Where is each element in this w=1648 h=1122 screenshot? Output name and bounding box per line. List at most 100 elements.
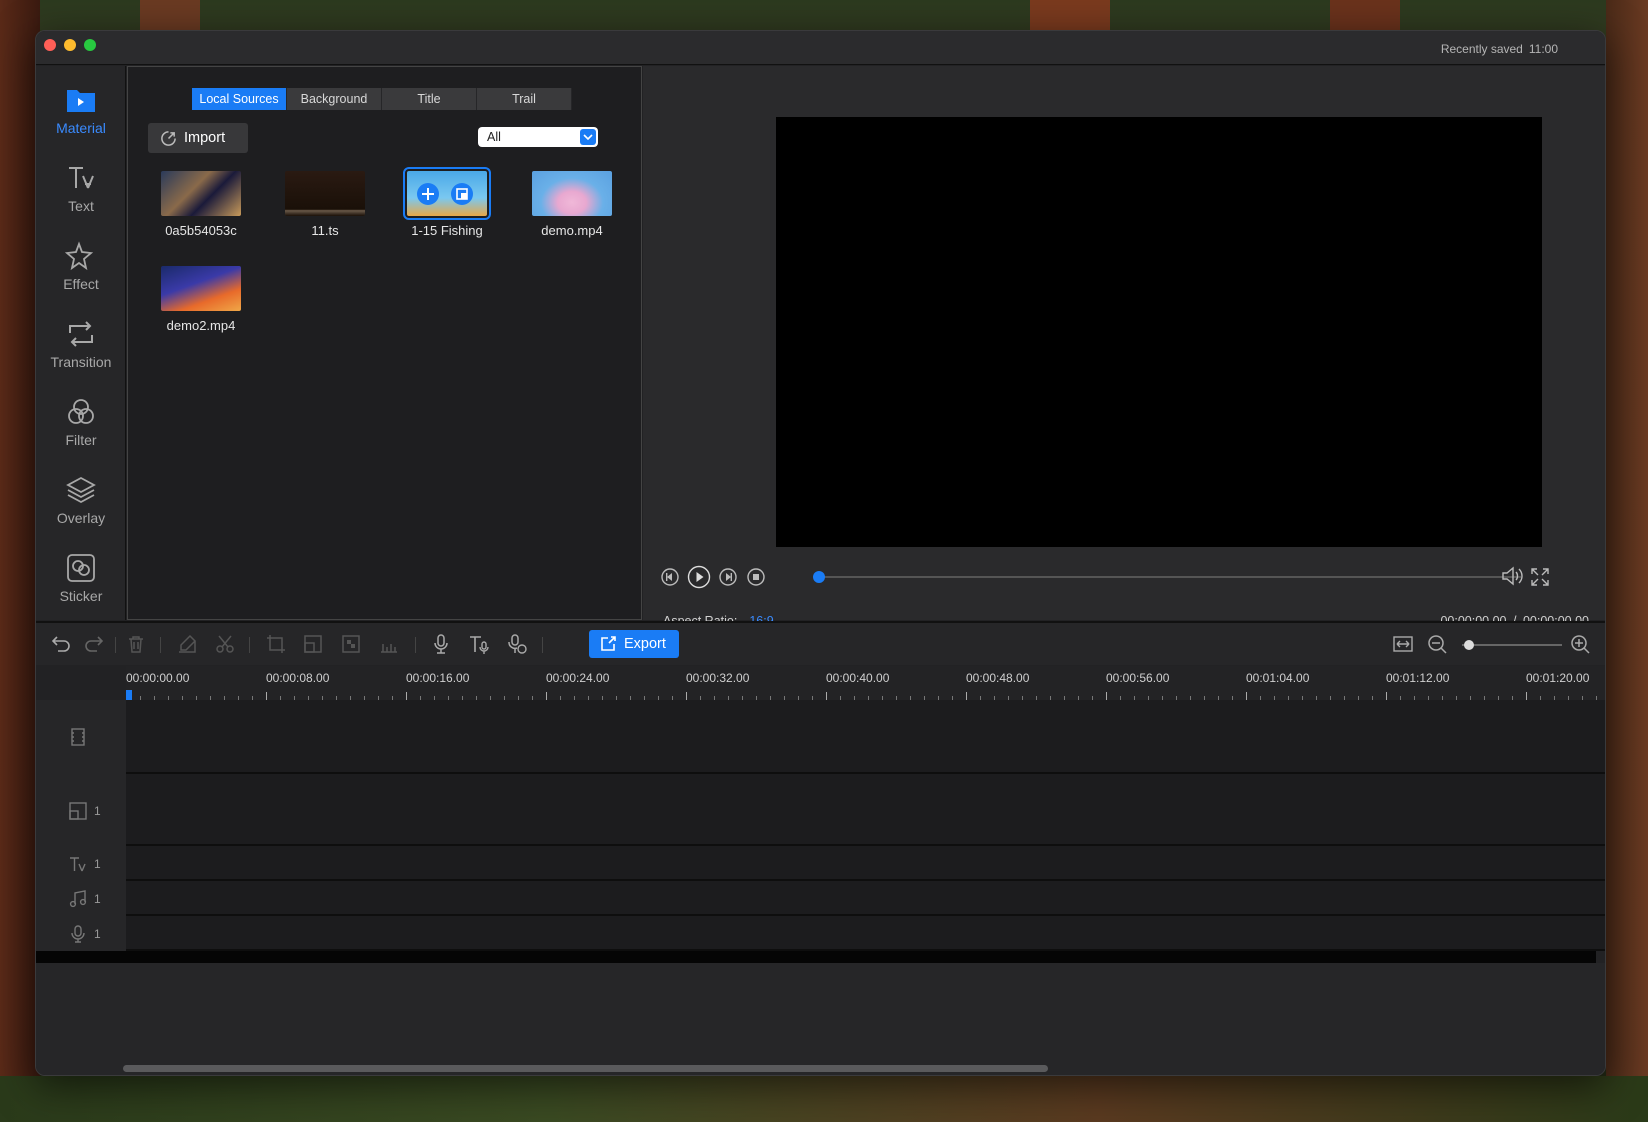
media-filter-value: All <box>487 130 501 144</box>
tab-trail[interactable]: Trail <box>477 88 572 110</box>
add-as-overlay-icon[interactable] <box>451 183 473 205</box>
media-thumbnail <box>532 171 612 216</box>
split-scissors-icon[interactable] <box>214 633 236 655</box>
filter-circles-icon <box>68 399 94 424</box>
text-track[interactable] <box>126 846 1605 881</box>
tab-title[interactable]: Title <box>382 88 477 110</box>
timeline-ruler[interactable]: 00:00:00.00 00:00:08.00 00:00:16.00 00:0… <box>126 666 1605 700</box>
sidebar-item-label: Material <box>56 120 106 136</box>
crop-icon[interactable] <box>265 633 287 655</box>
ruler-label: 00:00:24.00 <box>546 671 610 685</box>
toolbar-divider <box>249 637 250 653</box>
tab-background[interactable]: Background <box>287 88 382 110</box>
undo-icon[interactable] <box>50 633 72 655</box>
volume-icon[interactable] <box>1500 564 1524 588</box>
media-name: demo2.mp4 <box>166 318 236 333</box>
fit-timeline-icon[interactable] <box>1392 633 1414 655</box>
ruler-label: 00:01:04.00 <box>1246 671 1310 685</box>
chevron-down-icon <box>580 129 596 145</box>
voice-track[interactable] <box>126 916 1605 951</box>
text-icon <box>69 167 94 189</box>
sidebar-item-filter[interactable]: Filter <box>36 390 126 460</box>
media-item[interactable]: 11.ts <box>265 171 385 238</box>
sidebar-item-label: Transition <box>50 354 112 370</box>
ruler-label: 00:00:08.00 <box>266 671 330 685</box>
edit-icon[interactable] <box>176 633 198 655</box>
zoom-slider-handle[interactable] <box>1464 640 1474 650</box>
zoom-out-icon[interactable] <box>1426 633 1448 655</box>
sidebar-item-sticker[interactable]: Sticker <box>36 546 126 616</box>
seek-bar[interactable] <box>813 571 1521 583</box>
sidebar-item-label: Filter <box>65 432 97 448</box>
video-track[interactable] <box>126 700 1605 774</box>
media-name: demo.mp4 <box>541 223 603 238</box>
play-icon[interactable] <box>687 565 711 589</box>
tab-local-sources[interactable]: Local Sources <box>192 88 287 110</box>
sticker-icon <box>67 554 95 582</box>
stop-icon[interactable] <box>746 567 766 587</box>
video-track-header <box>36 700 126 774</box>
music-track[interactable] <box>126 881 1605 916</box>
import-label: Import <box>184 130 226 146</box>
app-window: Recently saved 11:00 Material Text Effect… <box>35 30 1606 1076</box>
save-status-label: Recently saved <box>1440 42 1523 56</box>
track-count: 1 <box>94 927 101 941</box>
text-to-speech-icon[interactable] <box>468 633 490 655</box>
redo-icon[interactable] <box>83 633 105 655</box>
media-item[interactable]: 0a5b54053c <box>141 171 261 238</box>
export-button[interactable]: Export <box>589 630 679 658</box>
media-item[interactable]: demo2.mp4 <box>141 266 261 333</box>
transition-icon <box>69 321 93 347</box>
voice-change-icon[interactable] <box>506 633 528 655</box>
voice-track-icon <box>71 925 85 943</box>
preview-panel: Aspect Ratio:16:9 00:00:00.00 / 00:00:00… <box>643 66 1605 628</box>
maximize-window-button[interactable] <box>84 39 96 51</box>
toolbar-divider <box>115 637 116 653</box>
sidebar-item-transition[interactable]: Transition <box>36 312 126 382</box>
media-thumbnail <box>285 171 365 216</box>
sidebar-item-effect[interactable]: Effect <box>36 234 126 304</box>
fullscreen-icon[interactable] <box>1530 567 1550 587</box>
layers-icon <box>66 476 96 504</box>
zoom-in-icon[interactable] <box>1569 633 1591 655</box>
import-button[interactable]: Import <box>148 123 248 153</box>
sidebar-item-text[interactable]: Text <box>36 156 126 226</box>
overlay-track-header: 1 <box>36 774 126 846</box>
minimize-window-button[interactable] <box>64 39 76 51</box>
step-back-icon[interactable] <box>660 567 680 587</box>
resize-icon[interactable] <box>302 633 324 655</box>
edit-toolbar: Export <box>36 621 1605 665</box>
star-effect-icon <box>65 241 94 271</box>
material-panel: Local Sources Background Title Trail Imp… <box>127 66 642 620</box>
ruler-label: 00:00:48.00 <box>966 671 1030 685</box>
timeline-zoom-slider[interactable] <box>1462 640 1562 650</box>
sidebar-item-label: Overlay <box>56 510 106 526</box>
media-item[interactable]: demo.mp4 <box>512 171 632 238</box>
timeline-horizontal-scrollbar[interactable] <box>123 1065 1048 1072</box>
ruler-ticks <box>126 690 1605 700</box>
media-filter-select[interactable]: All <box>478 127 598 147</box>
add-to-timeline-icon[interactable] <box>417 183 439 205</box>
toolbar-divider <box>542 637 543 653</box>
sidebar-item-material[interactable]: Material <box>36 78 126 148</box>
folder-play-icon <box>67 90 95 112</box>
audio-levels-icon[interactable] <box>378 633 400 655</box>
export-label: Export <box>624 636 666 652</box>
mosaic-icon[interactable] <box>340 633 362 655</box>
text-track-header: 1 <box>36 846 126 881</box>
media-thumbnail <box>161 266 241 311</box>
playhead[interactable] <box>126 690 132 700</box>
track-area-bottom <box>36 951 1596 963</box>
toolbar-divider <box>160 637 161 653</box>
delete-icon[interactable] <box>125 633 147 655</box>
track-count: 1 <box>94 804 101 818</box>
step-forward-icon[interactable] <box>718 567 738 587</box>
overlay-track[interactable] <box>126 774 1605 846</box>
sidebar-item-overlay[interactable]: Overlay <box>36 468 126 538</box>
media-item[interactable]: 1-15 Fishing <box>387 167 507 238</box>
close-window-button[interactable] <box>44 39 56 51</box>
ruler-label: 00:01:12.00 <box>1386 671 1450 685</box>
seek-handle[interactable] <box>813 571 825 583</box>
ruler-label: 00:00:00.00 <box>126 671 190 685</box>
microphone-icon[interactable] <box>430 633 452 655</box>
